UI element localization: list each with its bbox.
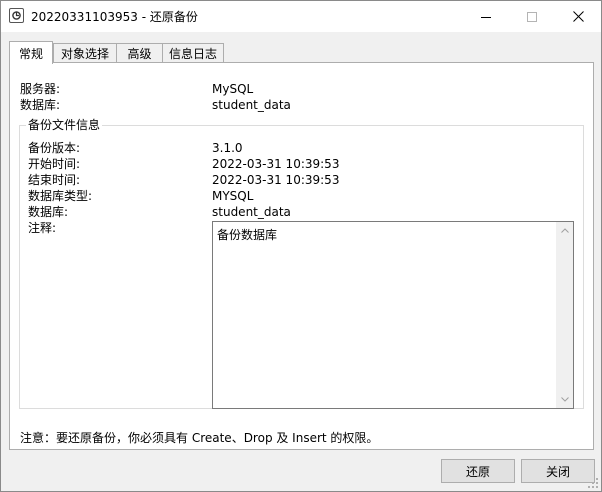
- scroll-up-button[interactable]: [556, 222, 573, 239]
- db-type-value: MYSQL: [212, 189, 254, 203]
- db-type-label: 数据库类型:: [28, 189, 93, 203]
- start-time-value: 2022-03-31 10:39:53: [212, 157, 340, 171]
- comment-text: 备份数据库: [217, 228, 278, 242]
- comment-label: 注释:: [28, 221, 57, 235]
- tab-general[interactable]: 常规: [9, 41, 53, 64]
- close-window-button[interactable]: [555, 1, 601, 32]
- window-title: 20220331103953 - 还原备份: [31, 10, 198, 24]
- database-label: 数据库:: [20, 98, 61, 112]
- maximize-button[interactable]: [509, 1, 555, 32]
- minimize-button[interactable]: [463, 1, 509, 32]
- backup-database-label: 数据库:: [28, 205, 69, 219]
- tab-info-log[interactable]: 信息日志: [162, 43, 224, 63]
- end-time-label: 结束时间:: [28, 173, 81, 187]
- restore-button[interactable]: 还原: [441, 459, 515, 483]
- backup-database-value: student_data: [212, 205, 291, 219]
- start-time-label: 开始时间:: [28, 157, 81, 171]
- backup-version-label: 备份版本:: [28, 141, 81, 155]
- backup-info-legend: 备份文件信息: [26, 118, 103, 132]
- close-icon: [572, 11, 584, 22]
- resize-grip-icon[interactable]: [587, 477, 599, 489]
- close-button[interactable]: 关闭: [521, 459, 595, 483]
- restore-backup-dialog: 20220331103953 - 还原备份 常规 对象选择 高级 信息日志 服务…: [0, 0, 602, 492]
- tab-strip: 常规 对象选择 高级 信息日志: [9, 41, 595, 64]
- title-bar[interactable]: 20220331103953 - 还原备份: [1, 1, 601, 32]
- scroll-down-button[interactable]: [556, 391, 573, 408]
- chevron-up-icon: [560, 228, 569, 233]
- app-icon: [9, 8, 24, 23]
- database-value: student_data: [212, 98, 291, 112]
- comment-textarea[interactable]: 备份数据库: [212, 221, 574, 409]
- backup-version-value: 3.1.0: [212, 141, 243, 155]
- chevron-down-icon: [560, 397, 569, 402]
- comment-scrollbar[interactable]: [556, 222, 573, 408]
- permission-notice: 注意：要还原备份，你必须具有 Create、Drop 及 Insert 的权限。: [20, 431, 379, 445]
- general-panel: 服务器: MySQL 数据库: student_data 备份文件信息 备份版本…: [9, 62, 594, 450]
- server-value: MySQL: [212, 82, 254, 96]
- server-label: 服务器:: [20, 82, 61, 96]
- tab-object-selection[interactable]: 对象选择: [53, 43, 117, 63]
- minimize-icon: [481, 16, 491, 18]
- tab-advanced[interactable]: 高级: [116, 43, 163, 63]
- maximize-icon: [527, 11, 537, 22]
- end-time-value: 2022-03-31 10:39:53: [212, 173, 340, 187]
